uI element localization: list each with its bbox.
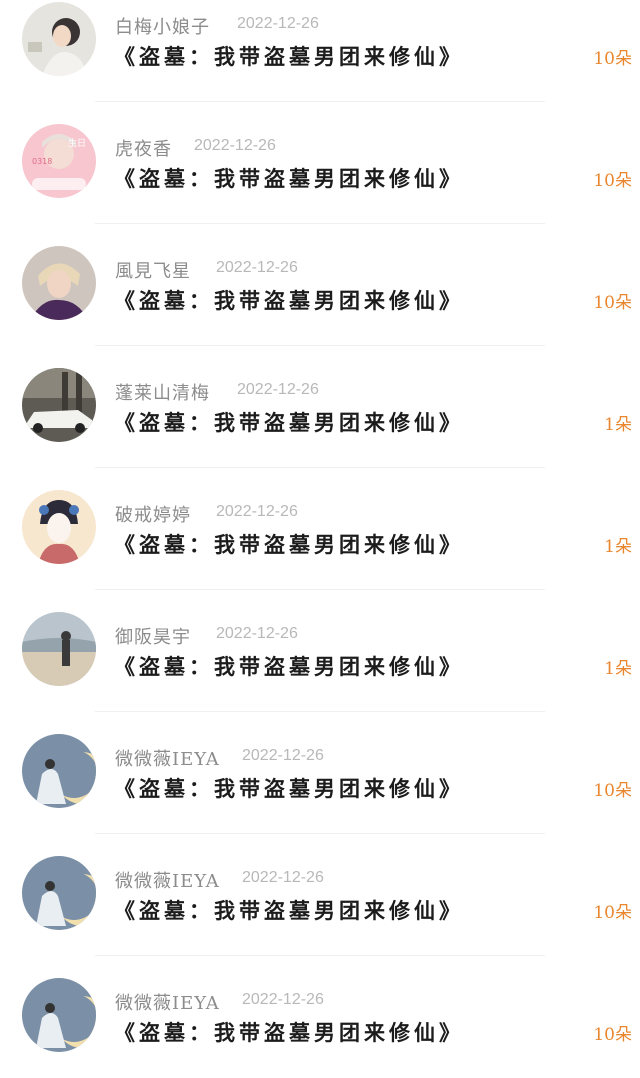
gift-date: 2022-12-26 <box>242 747 324 764</box>
sender-name: 虎夜香 <box>115 139 172 160</box>
flower-amount: 10朵 <box>593 49 632 69</box>
flower-amount: 1朵 <box>604 659 632 679</box>
sender-name: 蓬莱山清梅 <box>115 383 210 404</box>
flower-amount: 10朵 <box>593 171 632 191</box>
book-title[interactable]: 《盗墓：我带盗墓男团来修仙》 <box>114 1017 464 1047</box>
gift-date: 2022-12-26 <box>242 991 324 1008</box>
sender-name: 微微薇IEYA <box>115 749 220 770</box>
avatar[interactable] <box>22 856 96 930</box>
book-title[interactable]: 《盗墓：我带盗墓男团来修仙》 <box>114 529 464 559</box>
flower-amount: 10朵 <box>593 293 632 313</box>
sender-name: 白梅小娘子 <box>115 17 210 38</box>
svg-text:生日: 生日 <box>68 137 86 149</box>
sender-name: 御阪昊宇 <box>115 627 191 648</box>
book-title[interactable]: 《盗墓：我带盗墓男团来修仙》 <box>114 773 464 803</box>
flower-amount: 10朵 <box>593 781 632 801</box>
list-item[interactable]: 破戒婷婷 2022-12-26 《盗墓：我带盗墓男团来修仙》 1朵 <box>0 468 640 590</box>
list-item[interactable]: 風見飞星 2022-12-26 《盗墓：我带盗墓男团来修仙》 10朵 <box>0 224 640 346</box>
list-item[interactable]: 蓬莱山清梅 2022-12-26 《盗墓：我带盗墓男团来修仙》 1朵 <box>0 346 640 468</box>
sender-name: 微微薇IEYA <box>115 871 220 892</box>
gift-date: 2022-12-26 <box>242 869 324 886</box>
avatar[interactable] <box>22 2 96 76</box>
avatar[interactable] <box>22 490 96 564</box>
list-item[interactable]: 微微薇IEYA 2022-12-26 《盗墓：我带盗墓男团来修仙》 10朵 <box>0 834 640 956</box>
book-title[interactable]: 《盗墓：我带盗墓男团来修仙》 <box>114 895 464 925</box>
book-title[interactable]: 《盗墓：我带盗墓男团来修仙》 <box>114 41 464 71</box>
flower-amount: 1朵 <box>604 415 632 435</box>
list-item[interactable]: 御阪昊宇 2022-12-26 《盗墓：我带盗墓男团来修仙》 1朵 <box>0 590 640 712</box>
book-title[interactable]: 《盗墓：我带盗墓男团来修仙》 <box>114 651 464 681</box>
gift-date: 2022-12-26 <box>216 503 298 520</box>
book-title[interactable]: 《盗墓：我带盗墓男团来修仙》 <box>114 407 464 437</box>
sender-name: 微微薇IEYA <box>115 993 220 1014</box>
gift-date: 2022-12-26 <box>216 625 298 642</box>
list-item[interactable]: 白梅小娘子 2022-12-26 《盗墓：我带盗墓男团来修仙》 10朵 <box>0 0 640 102</box>
avatar[interactable] <box>22 612 96 686</box>
list-item[interactable]: 生日 0318 虎夜香 2022-12-26 《盗墓：我带盗墓男团来修仙》 10朵 <box>0 102 640 224</box>
gift-date: 2022-12-26 <box>194 137 276 154</box>
sender-name: 風見飞星 <box>115 261 191 282</box>
book-title[interactable]: 《盗墓：我带盗墓男团来修仙》 <box>114 285 464 315</box>
svg-text:0318: 0318 <box>32 157 52 166</box>
avatar[interactable] <box>22 978 96 1052</box>
avatar[interactable] <box>22 734 96 808</box>
avatar[interactable] <box>22 368 96 442</box>
book-title[interactable]: 《盗墓：我带盗墓男团来修仙》 <box>114 163 464 193</box>
gift-date: 2022-12-26 <box>216 259 298 276</box>
sender-name: 破戒婷婷 <box>115 505 191 526</box>
gift-date: 2022-12-26 <box>237 381 319 398</box>
gift-date: 2022-12-26 <box>237 15 319 32</box>
flower-amount: 10朵 <box>593 903 632 923</box>
list-item[interactable]: 微微薇IEYA 2022-12-26 《盗墓：我带盗墓男团来修仙》 10朵 <box>0 956 640 1078</box>
avatar[interactable] <box>22 246 96 320</box>
flower-amount: 1朵 <box>604 537 632 557</box>
list-item[interactable]: 微微薇IEYA 2022-12-26 《盗墓：我带盗墓男团来修仙》 10朵 <box>0 712 640 834</box>
avatar[interactable]: 生日 0318 <box>22 124 96 198</box>
gift-record-list: 白梅小娘子 2022-12-26 《盗墓：我带盗墓男团来修仙》 10朵 生日 03… <box>0 0 640 1052</box>
